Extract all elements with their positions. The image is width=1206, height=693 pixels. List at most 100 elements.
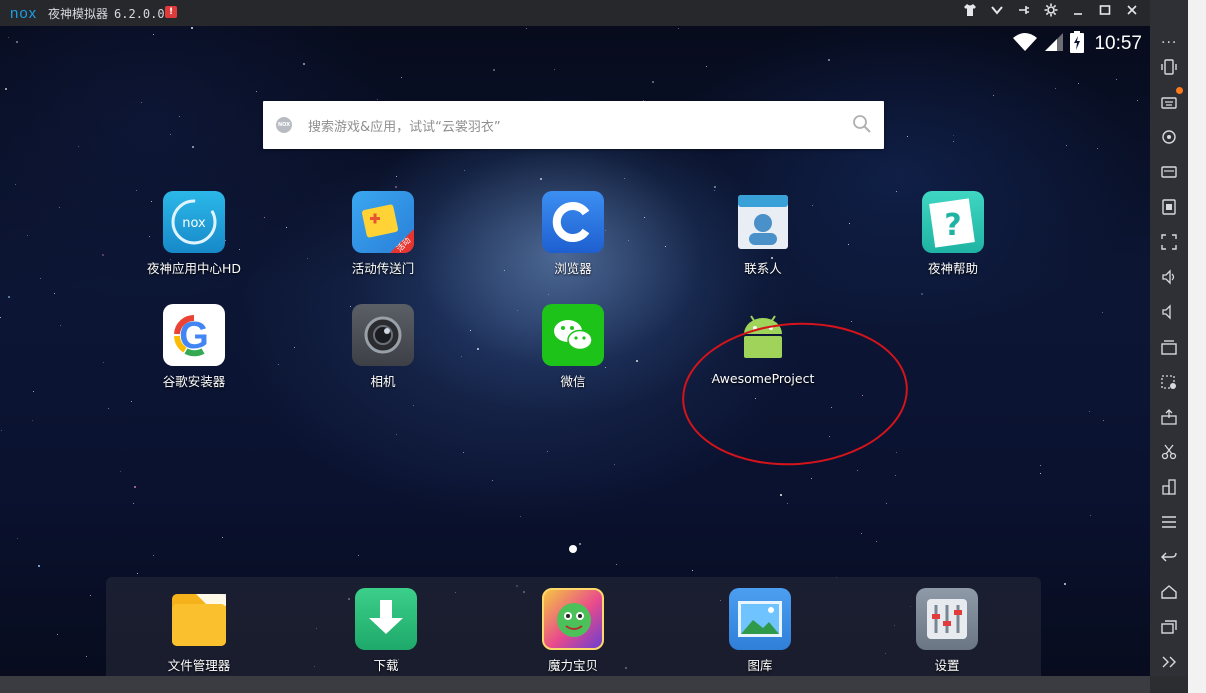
- expand-icon[interactable]: [1150, 647, 1188, 677]
- app-nox-app-center[interactable]: nox 夜神应用中心HD: [139, 191, 249, 277]
- app-wechat[interactable]: 微信: [518, 304, 628, 390]
- star: [1089, 411, 1090, 412]
- star: [548, 294, 549, 295]
- star: [848, 244, 849, 245]
- app-browser[interactable]: 浏览器: [518, 191, 628, 277]
- star: [153, 34, 154, 35]
- nox-logo: nox: [10, 5, 38, 22]
- app-event-portal[interactable]: 活动 活动传送门: [328, 191, 438, 277]
- dock-download[interactable]: 下载: [331, 588, 441, 674]
- dock-settings[interactable]: 设置: [892, 588, 1002, 674]
- star: [413, 405, 414, 406]
- app-label: 浏览器: [554, 261, 592, 276]
- star: [133, 503, 134, 504]
- star: [59, 207, 60, 208]
- menu-icon[interactable]: [1150, 507, 1188, 537]
- search-bar[interactable]: NOX 搜索游戏&应用，试试“云裳羽衣”: [263, 101, 884, 149]
- star: [714, 186, 716, 188]
- folder-icon: [168, 588, 230, 650]
- dock-game[interactable]: 魔力宝贝: [518, 588, 628, 674]
- wechat-icon: [542, 304, 604, 366]
- app-contacts[interactable]: 联系人: [708, 191, 818, 277]
- star: [32, 420, 33, 421]
- star: [396, 176, 397, 177]
- star: [624, 178, 625, 179]
- home-icon[interactable]: [1150, 577, 1188, 607]
- star: [1116, 79, 1117, 80]
- star: [278, 364, 279, 365]
- star: [706, 66, 707, 67]
- star: [1040, 465, 1041, 466]
- star: [377, 99, 378, 100]
- fullscreen-icon[interactable]: [1150, 227, 1188, 257]
- close-icon[interactable]: [1122, 3, 1142, 23]
- star: [1090, 515, 1091, 516]
- dock-gallery[interactable]: 图库: [705, 588, 815, 674]
- svg-text:nox: nox: [182, 216, 206, 231]
- back-icon[interactable]: [1150, 542, 1188, 572]
- star: [993, 95, 994, 96]
- keyboard-icon[interactable]: [1150, 87, 1188, 117]
- star: [222, 537, 223, 538]
- shirt-icon[interactable]: [960, 3, 980, 23]
- star: [896, 191, 897, 192]
- app-label: 魔力宝贝: [547, 658, 598, 673]
- app-label: 下载: [373, 658, 399, 673]
- star: [652, 81, 654, 83]
- location-icon[interactable]: [1150, 122, 1188, 152]
- app-nox-help[interactable]: ? 夜神帮助: [898, 191, 1008, 277]
- gear-icon[interactable]: [1041, 3, 1061, 23]
- chevron-down-icon[interactable]: [987, 3, 1007, 23]
- star: [137, 573, 138, 574]
- wifi-icon: [1012, 32, 1038, 56]
- volume-up-icon[interactable]: [1150, 262, 1188, 292]
- app-camera[interactable]: 相机: [328, 304, 438, 390]
- app-label: 文件管理器: [167, 658, 231, 673]
- screenshot-icon[interactable]: [1150, 367, 1188, 397]
- star: [851, 321, 852, 322]
- more-options-button[interactable]: ···: [1161, 35, 1177, 51]
- app-google-installer[interactable]: G 谷歌安装器: [139, 304, 249, 390]
- star: [54, 293, 55, 294]
- search-icon[interactable]: [852, 114, 872, 134]
- star: [477, 348, 479, 350]
- star: [896, 452, 897, 453]
- app-name: 夜神模拟器: [48, 7, 109, 21]
- app-install-icon[interactable]: [1150, 192, 1188, 222]
- nox-search-badge: NOX: [276, 117, 292, 133]
- star: [86, 656, 87, 657]
- alert-badge[interactable]: !: [165, 6, 177, 18]
- screen-icon[interactable]: [1150, 157, 1188, 187]
- star: [492, 480, 493, 481]
- record-icon[interactable]: [1150, 472, 1188, 502]
- star: [787, 503, 788, 504]
- star: [665, 246, 666, 247]
- volume-down-icon[interactable]: [1150, 297, 1188, 327]
- star: [895, 475, 896, 476]
- recent-apps-icon[interactable]: [1150, 612, 1188, 642]
- app-label: 设置: [934, 658, 960, 673]
- multi-instance-icon[interactable]: [1150, 332, 1188, 362]
- apk-icon[interactable]: [1150, 402, 1188, 432]
- star: [886, 503, 887, 504]
- star: [1103, 420, 1104, 421]
- star: [192, 146, 194, 148]
- star: [493, 69, 495, 71]
- page-indicator: [569, 545, 577, 553]
- pin-icon[interactable]: [1014, 3, 1034, 23]
- star: [464, 170, 465, 171]
- scissors-icon[interactable]: [1150, 437, 1188, 467]
- emulator-toolbar: ···: [1150, 0, 1188, 676]
- minimize-icon[interactable]: [1068, 3, 1088, 23]
- star: [401, 77, 402, 78]
- window-edge: [1188, 0, 1206, 693]
- shake-icon[interactable]: [1150, 52, 1188, 82]
- star: [547, 451, 548, 452]
- maximize-icon[interactable]: [1095, 3, 1115, 23]
- gallery-icon: [729, 588, 791, 650]
- search-placeholder[interactable]: 搜索游戏&应用，试试“云裳羽衣”: [308, 116, 501, 135]
- star: [191, 27, 193, 29]
- dock-file-manager[interactable]: 文件管理器: [144, 588, 254, 674]
- download-icon: [355, 588, 417, 650]
- star: [15, 184, 16, 185]
